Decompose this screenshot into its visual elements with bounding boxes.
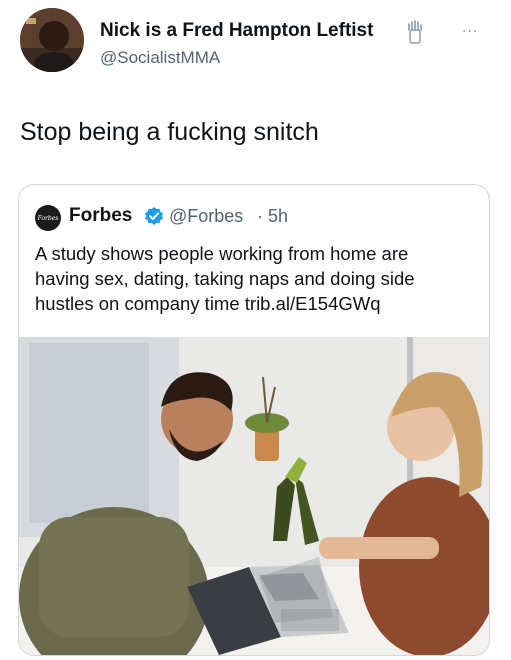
tweet: Nick is a Fred Hampton Leftist @Socialis… [0,0,511,660]
user-handle[interactable]: @SocialistMMA [100,48,220,68]
more-options-icon[interactable]: ··· [462,24,478,40]
quoted-avatar[interactable]: Forbes [35,205,61,231]
quoted-text-line: having sex, dating, taking naps and doin… [35,268,415,289]
quoted-author-name[interactable]: Forbes [69,205,132,227]
quoted-tweet-card[interactable]: Forbes Forbes @Forbes · 5h A study shows… [18,184,490,656]
avatar[interactable] [20,8,84,72]
quoted-text-line: hustles on company time trib.al/E154GWq [35,293,381,314]
avatar-photo [20,8,84,72]
display-name[interactable]: Nick is a Fred Hampton Leftist [100,20,373,42]
verified-badge-icon [144,206,164,226]
separator-dot: · [257,206,263,226]
tweet-text: Stop being a fucking snitch [20,118,319,146]
quoted-timestamp[interactable]: 5h [268,206,288,227]
quoted-handle[interactable]: @Forbes [169,206,243,227]
quoted-tweet-text: A study shows people working from home a… [35,241,475,316]
raised-fist-icon [404,20,426,44]
quoted-media-image[interactable] [19,337,489,655]
quoted-text-line: A study shows people working from home a… [35,243,409,264]
